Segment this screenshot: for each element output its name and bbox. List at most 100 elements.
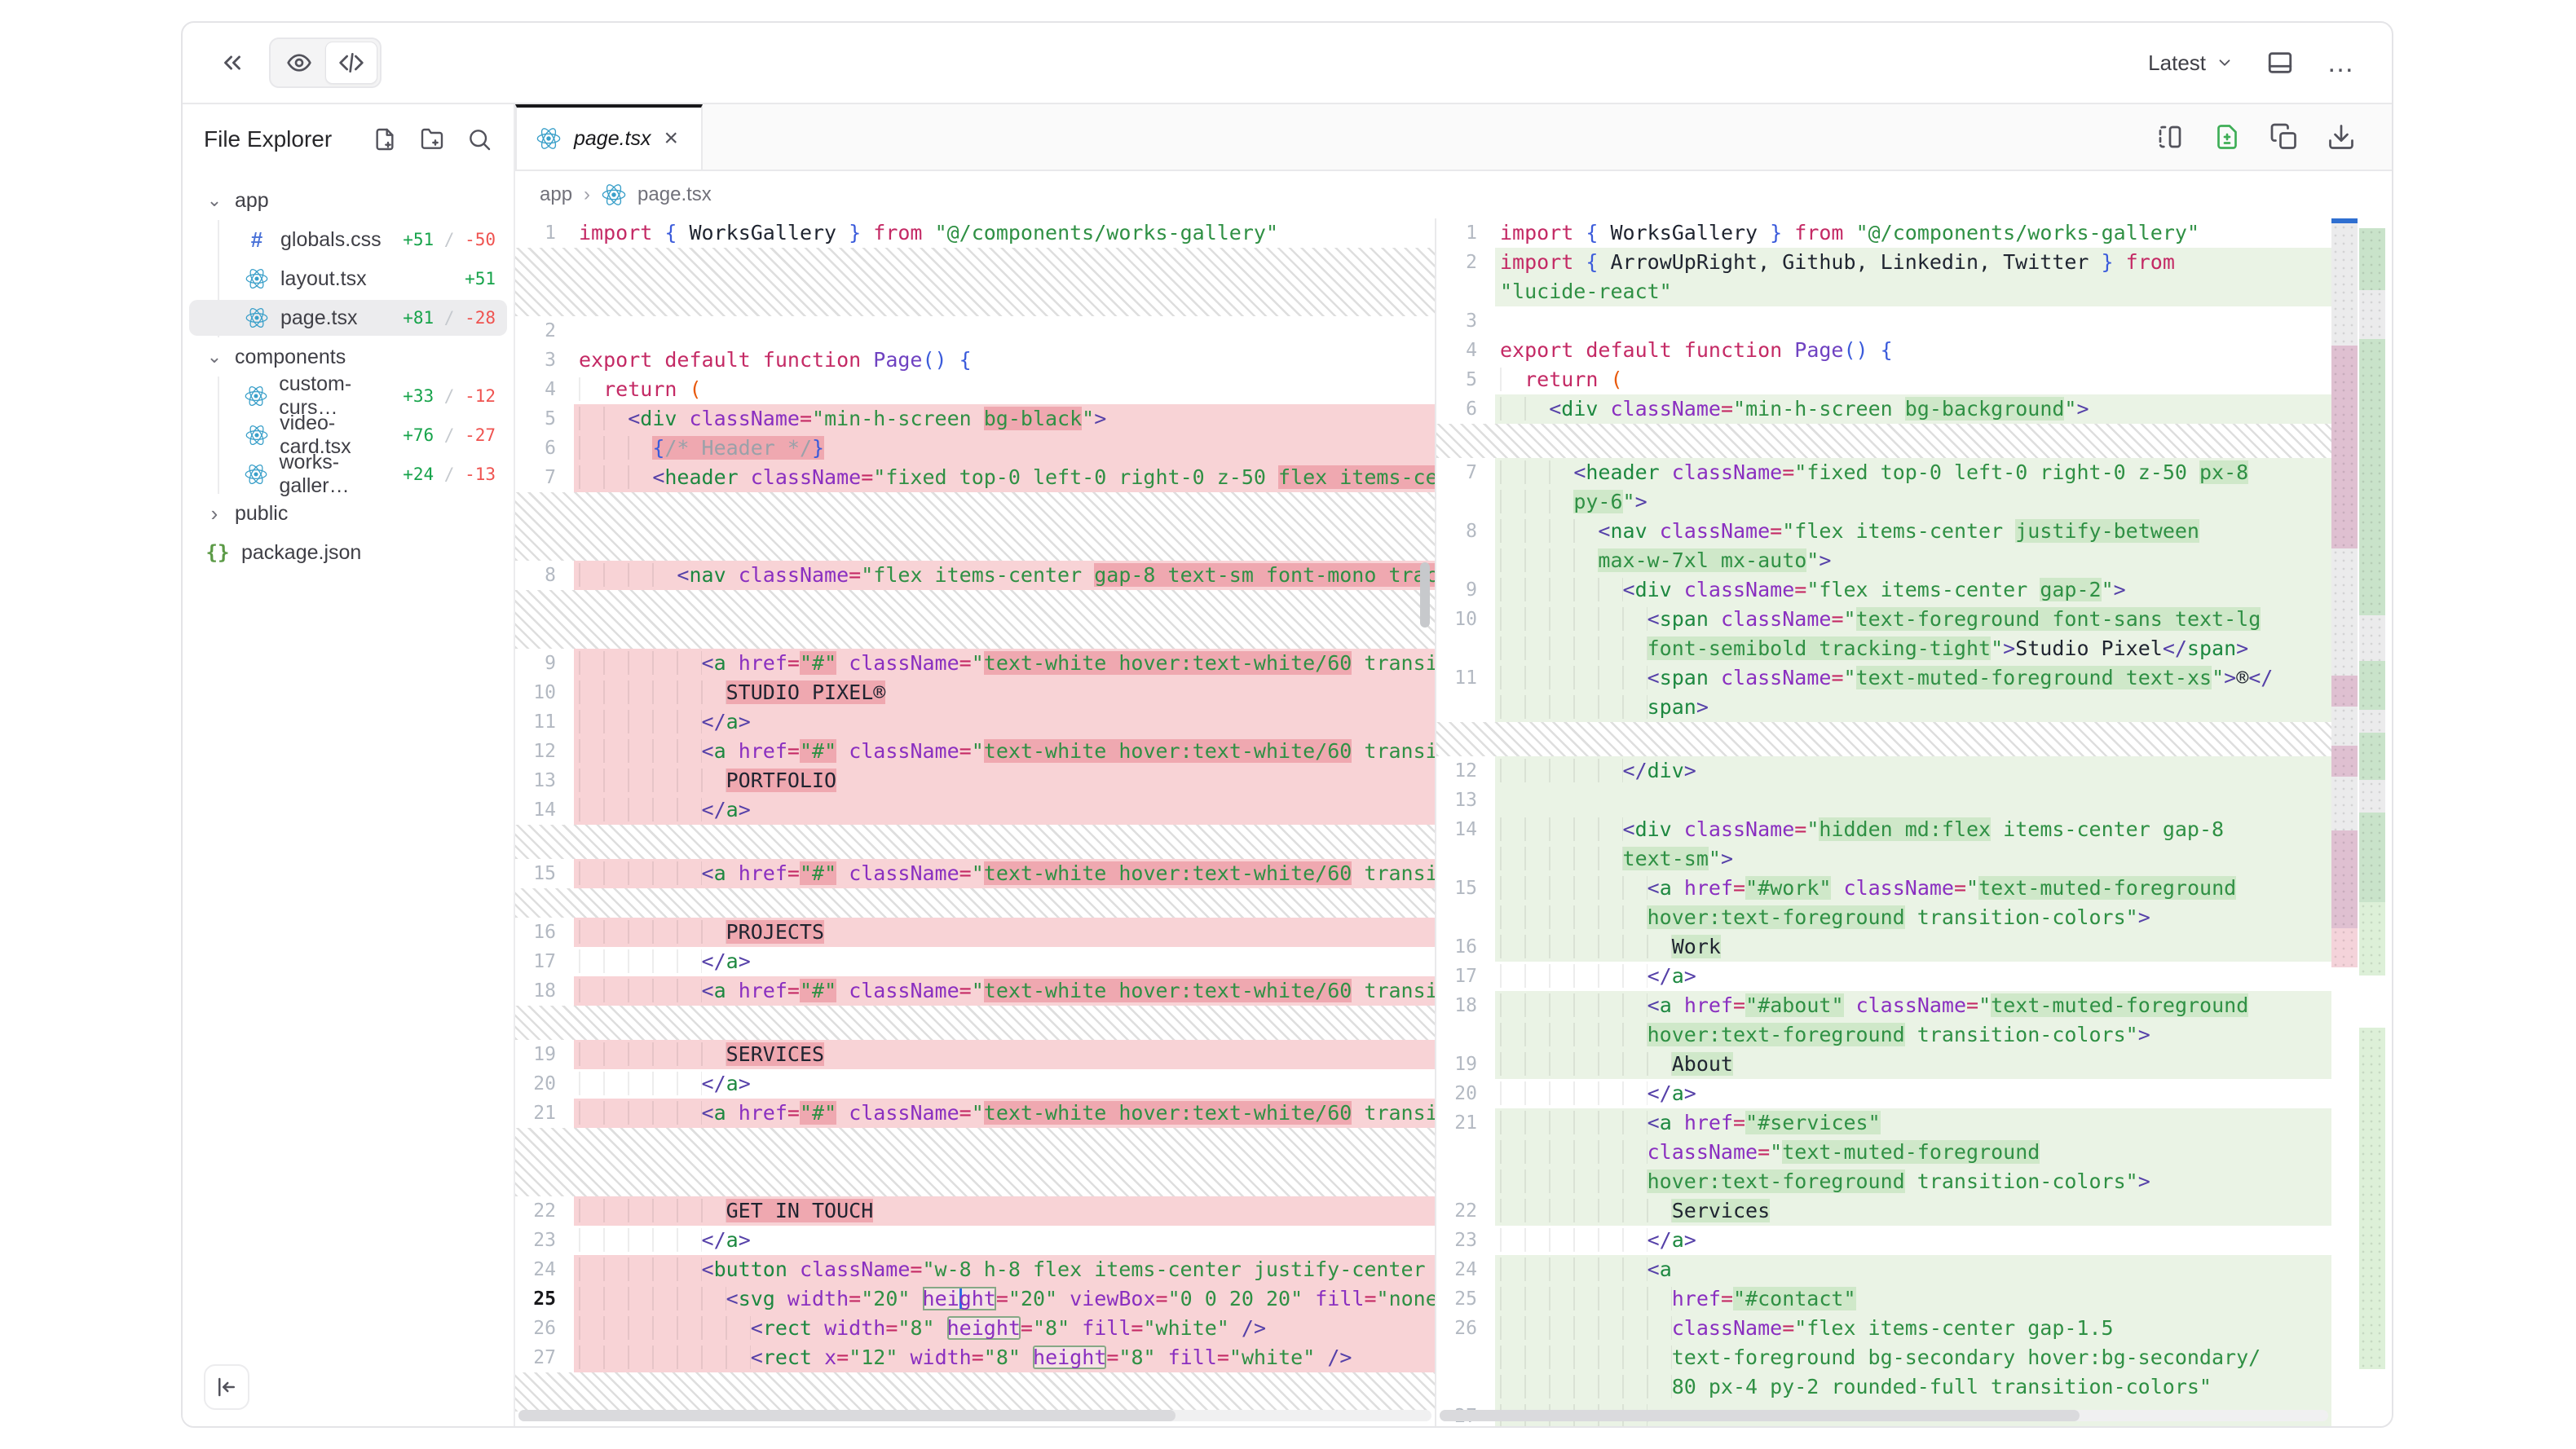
sidebar-folder-components[interactable]: ⌄components xyxy=(183,337,514,377)
code-line[interactable]: 16 PROJECTS xyxy=(515,918,1435,947)
collapsed-lines-band[interactable] xyxy=(515,1372,1435,1412)
code-line[interactable]: 2 xyxy=(515,316,1435,346)
code-line[interactable]: 7 <header className="fixed top-0 left-0 … xyxy=(1436,458,2331,487)
collapsed-lines-band[interactable] xyxy=(515,1006,1435,1040)
new-folder-icon[interactable] xyxy=(419,126,445,152)
diff-minimap[interactable] xyxy=(2331,218,2392,1426)
panel-bottom-icon[interactable] xyxy=(2266,49,2294,77)
code-line[interactable]: 8 <nav className="flex items-center gap-… xyxy=(515,561,1435,590)
sidebar-file-works-galler-[interactable]: works-galler…+24 / -13 xyxy=(183,455,514,494)
collapsed-lines-band[interactable] xyxy=(1436,424,2331,458)
horizontal-scrollbar[interactable] xyxy=(518,1410,1431,1421)
collapsed-lines-band[interactable] xyxy=(515,888,1435,918)
sidebar-file-globals.css[interactable]: #globals.css+51 / -50 xyxy=(183,220,514,259)
code-line[interactable]: 9 <div className="flex items-center gap-… xyxy=(1436,575,2331,605)
collapsed-lines-band[interactable] xyxy=(515,248,1435,316)
code-line[interactable]: 6 <div className="min-h-screen bg-backgr… xyxy=(1436,394,2331,424)
download-icon[interactable] xyxy=(2327,122,2356,152)
code-line[interactable]: 4 return ( xyxy=(515,375,1435,404)
code-line[interactable]: 22 Services xyxy=(1436,1196,2331,1226)
collapse-sidebar-button[interactable] xyxy=(204,1364,249,1410)
code-line[interactable]: text-sm"> xyxy=(1436,844,2331,874)
code-line[interactable]: 6 {/* Header */} xyxy=(515,434,1435,463)
collapsed-lines-band[interactable] xyxy=(515,825,1435,859)
copy-icon[interactable] xyxy=(2269,122,2299,152)
code-line[interactable]: max-w-7xl mx-auto"> xyxy=(1436,546,2331,575)
code-line[interactable]: 21 <a href="#services" xyxy=(1436,1108,2331,1138)
search-icon[interactable] xyxy=(466,126,492,152)
code-line[interactable]: 24 <a xyxy=(1436,1255,2331,1284)
sidebar-file-page.tsx[interactable]: page.tsx+81 / -28 xyxy=(183,298,514,337)
code-line[interactable]: 12 <a href="#" className="text-white hov… xyxy=(515,737,1435,766)
code-line[interactable]: 19 SERVICES xyxy=(515,1040,1435,1069)
breadcrumb-file[interactable]: page.tsx xyxy=(637,183,712,206)
chevrons-left-icon[interactable] xyxy=(218,49,246,77)
code-line[interactable]: 19 About xyxy=(1436,1050,2331,1079)
code-line[interactable]: 18 <a href="#" className="text-white hov… xyxy=(515,976,1435,1006)
code-line[interactable]: 25 <svg width="20" height="20" viewBox="… xyxy=(515,1284,1435,1314)
code-line[interactable]: 3 xyxy=(1436,306,2331,336)
code-line[interactable]: 17 </a> xyxy=(1436,962,2331,991)
code-line[interactable]: 8 <nav className="flex items-center just… xyxy=(1436,517,2331,546)
sidebar-file-custom-curs-[interactable]: custom-curs…+33 / -12 xyxy=(183,377,514,416)
code-line[interactable]: 7 <header className="fixed top-0 left-0 … xyxy=(515,463,1435,492)
code-line[interactable]: 23 </a> xyxy=(515,1226,1435,1255)
sidebar-file-package.json[interactable]: {}package.json xyxy=(183,533,514,572)
code-line[interactable]: 80 px-4 py-2 rounded-full transition-col… xyxy=(1436,1372,2331,1402)
collapsed-lines-band[interactable] xyxy=(1436,722,2331,756)
split-view-icon[interactable] xyxy=(2155,122,2185,152)
code-line[interactable]: 18 <a href="#about" className="text-mute… xyxy=(1436,991,2331,1020)
code-line[interactable]: 11 </a> xyxy=(515,707,1435,737)
collapsed-lines-band[interactable] xyxy=(515,492,1435,561)
code-line[interactable]: 26 className="flex items-center gap-1.5 xyxy=(1436,1314,2331,1343)
collapsed-lines-band[interactable] xyxy=(515,590,1435,649)
code-line[interactable]: 10 <span className="text-foreground font… xyxy=(1436,605,2331,634)
preview-toggle-button[interactable] xyxy=(273,42,325,84)
new-file-icon[interactable] xyxy=(372,126,398,152)
code-line[interactable]: font-semibold tracking-tight">Studio Pix… xyxy=(1436,634,2331,663)
code-line[interactable]: 27 <rect x="12" width="8" height="8" fil… xyxy=(515,1343,1435,1372)
collapsed-lines-band[interactable] xyxy=(515,1128,1435,1196)
code-line[interactable]: span> xyxy=(1436,693,2331,722)
code-line[interactable]: 11 <span className="text-muted-foregroun… xyxy=(1436,663,2331,693)
code-line[interactable]: 20 </a> xyxy=(1436,1079,2331,1108)
code-line[interactable]: className="text-muted-foreground xyxy=(1436,1138,2331,1167)
code-line[interactable]: 22 GET IN TOUCH xyxy=(515,1196,1435,1226)
code-line[interactable]: 15 <a href="#work" className="text-muted… xyxy=(1436,874,2331,903)
code-line[interactable]: 15 <a href="#" className="text-white hov… xyxy=(515,859,1435,888)
code-line[interactable]: 20 </a> xyxy=(515,1069,1435,1099)
code-line[interactable]: 25 href="#contact" xyxy=(1436,1284,2331,1314)
code-line[interactable]: 21 <a href="#" className="text-white hov… xyxy=(515,1099,1435,1128)
code-line[interactable]: hover:text-foreground transition-colors"… xyxy=(1436,1020,2331,1050)
code-line[interactable]: 17 </a> xyxy=(515,947,1435,976)
code-line[interactable]: 1import { WorksGallery } from "@/compone… xyxy=(1436,218,2331,248)
code-line[interactable]: 14 </a> xyxy=(515,795,1435,825)
sidebar-folder-public[interactable]: ›public xyxy=(183,494,514,533)
vertical-scrollbar-thumb[interactable] xyxy=(1420,562,1430,628)
code-line[interactable]: 2import { ArrowUpRight, Github, Linkedin… xyxy=(1436,248,2331,277)
code-line[interactable]: 5 return ( xyxy=(1436,365,2331,394)
code-line[interactable]: hover:text-foreground transition-colors"… xyxy=(1436,1167,2331,1196)
sidebar-file-layout.tsx[interactable]: layout.tsx+51 xyxy=(183,259,514,298)
code-line[interactable]: 10 STUDIO PIXEL® xyxy=(515,678,1435,707)
sidebar-folder-app[interactable]: ⌄app xyxy=(183,181,514,220)
more-options-icon[interactable]: … xyxy=(2327,47,2356,79)
version-dropdown[interactable]: Latest xyxy=(2148,51,2234,76)
code-toggle-button[interactable] xyxy=(325,42,377,84)
code-line[interactable]: 3export default function Page() { xyxy=(515,346,1435,375)
code-line[interactable]: py-6"> xyxy=(1436,487,2331,517)
sidebar-file-video-card.tsx[interactable]: video-card.tsx+76 / -27 xyxy=(183,416,514,455)
tab-page-tsx[interactable]: page.tsx × xyxy=(515,104,703,170)
breadcrumb-app[interactable]: app xyxy=(540,183,572,206)
code-line[interactable]: 13 xyxy=(1436,786,2331,815)
close-tab-icon[interactable]: × xyxy=(664,126,679,151)
code-line[interactable]: "lucide-react" xyxy=(1436,277,2331,306)
code-line[interactable]: 12 </div> xyxy=(1436,756,2331,786)
code-line[interactable]: 9 <a href="#" className="text-white hove… xyxy=(515,649,1435,678)
code-line[interactable]: 13 PORTFOLIO xyxy=(515,766,1435,795)
code-line[interactable]: 1import { WorksGallery } from "@/compone… xyxy=(515,218,1435,248)
code-line[interactable]: 24 <button className="w-8 h-8 flex items… xyxy=(515,1255,1435,1284)
code-line[interactable]: 5 <div className="min-h-screen bg-black"… xyxy=(515,404,1435,434)
code-line[interactable]: 14 <div className="hidden md:flex items-… xyxy=(1436,815,2331,844)
code-line[interactable]: 23 </a> xyxy=(1436,1226,2331,1255)
